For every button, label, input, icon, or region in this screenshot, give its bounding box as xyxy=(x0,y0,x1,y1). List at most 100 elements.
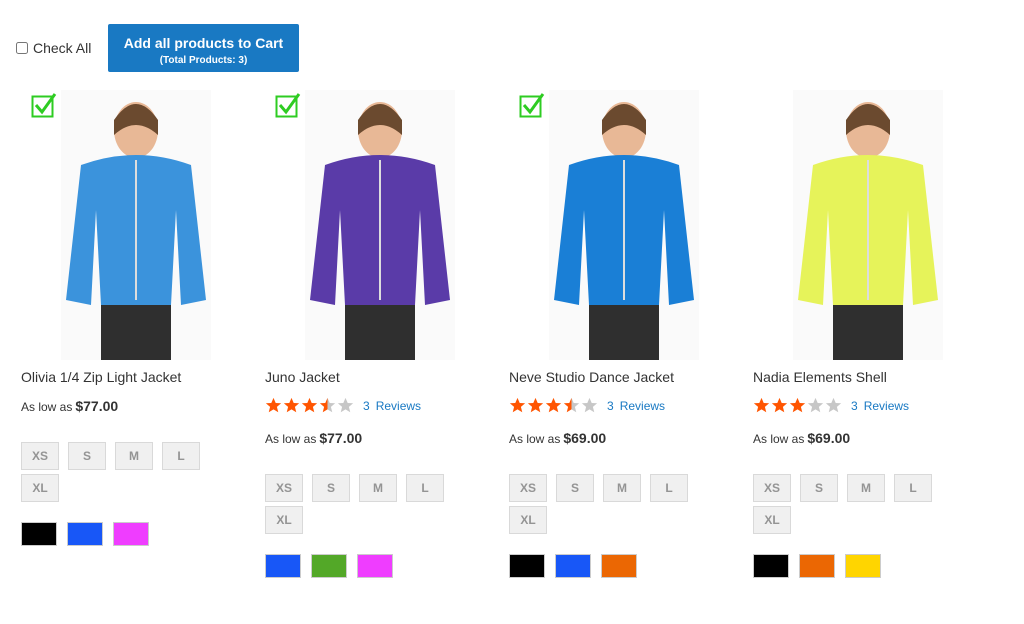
size-option[interactable]: L xyxy=(650,474,688,502)
color-swatches xyxy=(21,522,159,546)
size-option[interactable]: XS xyxy=(509,474,547,502)
star-icon xyxy=(753,397,770,413)
size-swatches: XS S M L XL xyxy=(21,442,221,506)
star-icon xyxy=(545,397,562,413)
check-all-checkbox[interactable] xyxy=(16,42,28,54)
star-icon xyxy=(825,397,842,413)
star-icon xyxy=(283,397,300,413)
color-swatches xyxy=(265,554,403,578)
color-swatches xyxy=(509,554,647,578)
size-option[interactable]: L xyxy=(894,474,932,502)
star-icon xyxy=(807,397,824,413)
price: $77.00 xyxy=(75,398,119,414)
size-swatches: XS S M L XL xyxy=(509,474,709,538)
product-rating: 3 Reviews xyxy=(509,397,671,414)
color-option[interactable] xyxy=(21,522,57,546)
jacket-photo xyxy=(61,90,211,360)
product-image[interactable] xyxy=(21,90,251,360)
size-option[interactable]: XL xyxy=(265,506,303,534)
color-option[interactable] xyxy=(601,554,637,578)
color-option[interactable] xyxy=(799,554,835,578)
size-swatches: XS S M L XL xyxy=(753,474,953,538)
review-label: Reviews xyxy=(375,398,422,413)
rating-stars xyxy=(265,397,355,414)
price-prefix: As low as xyxy=(509,432,561,446)
star-icon xyxy=(771,397,788,413)
price: $69.00 xyxy=(807,430,851,446)
star-icon xyxy=(337,397,354,413)
total-products-label: (Total Products: 3) xyxy=(159,54,248,66)
size-option[interactable]: M xyxy=(603,474,641,502)
star-icon xyxy=(509,397,526,413)
product-image[interactable] xyxy=(265,90,495,360)
price-prefix: As low as xyxy=(753,432,805,446)
review-count: 3 xyxy=(607,398,614,413)
star-icon xyxy=(581,397,598,413)
color-option[interactable] xyxy=(357,554,393,578)
size-option[interactable]: L xyxy=(406,474,444,502)
color-option[interactable] xyxy=(67,522,103,546)
review-count: 3 xyxy=(363,398,370,413)
color-option[interactable] xyxy=(265,554,301,578)
jacket-photo xyxy=(793,90,943,360)
price-line: As low as $69.00 xyxy=(509,430,606,446)
color-option[interactable] xyxy=(311,554,347,578)
checkbox-checked-icon[interactable] xyxy=(275,92,301,118)
price: $77.00 xyxy=(319,430,363,446)
size-swatches: XS S M L XL xyxy=(265,474,465,538)
size-option[interactable]: XS xyxy=(265,474,303,502)
checkbox-checked-icon[interactable] xyxy=(31,92,57,118)
size-option[interactable]: M xyxy=(115,442,153,470)
review-label: Reviews xyxy=(863,398,910,413)
review-label: Reviews xyxy=(619,398,666,413)
star-icon xyxy=(301,397,318,413)
price: $69.00 xyxy=(563,430,607,446)
star-icon xyxy=(563,397,580,413)
product-rating: 3 Reviews xyxy=(753,397,915,414)
size-option[interactable]: XL xyxy=(509,506,547,534)
check-all[interactable]: Check All xyxy=(16,40,91,56)
product-image[interactable] xyxy=(753,90,983,360)
product-name[interactable]: Olivia 1/4 Zip Light Jacket xyxy=(21,369,181,385)
rating-stars xyxy=(509,397,599,414)
add-all-to-cart-button[interactable]: Add all products to Cart (Total Products… xyxy=(108,24,299,72)
size-option[interactable]: L xyxy=(162,442,200,470)
color-option[interactable] xyxy=(113,522,149,546)
color-option[interactable] xyxy=(509,554,545,578)
product-image[interactable] xyxy=(509,90,739,360)
jacket-photo xyxy=(549,90,699,360)
reviews-link[interactable]: 3 Reviews xyxy=(363,399,427,413)
size-option[interactable]: S xyxy=(68,442,106,470)
product-name[interactable]: Neve Studio Dance Jacket xyxy=(509,369,674,385)
product-name[interactable]: Juno Jacket xyxy=(265,369,340,385)
product-rating: 3 Reviews xyxy=(265,397,427,414)
star-icon xyxy=(789,397,806,413)
star-icon xyxy=(527,397,544,413)
color-option[interactable] xyxy=(753,554,789,578)
color-option[interactable] xyxy=(555,554,591,578)
add-all-label: Add all products to Cart xyxy=(123,34,284,51)
size-option[interactable]: M xyxy=(847,474,885,502)
check-all-label: Check All xyxy=(33,40,92,56)
star-icon xyxy=(319,397,336,413)
color-swatches xyxy=(753,554,891,578)
size-option[interactable]: XS xyxy=(21,442,59,470)
price-line: As low as $77.00 xyxy=(265,430,362,446)
price-line: As low as $77.00 xyxy=(21,398,118,414)
jacket-photo xyxy=(305,90,455,360)
color-option[interactable] xyxy=(845,554,881,578)
size-option[interactable]: XS xyxy=(753,474,791,502)
size-option[interactable]: S xyxy=(800,474,838,502)
reviews-link[interactable]: 3 Reviews xyxy=(851,399,915,413)
size-option[interactable]: XL xyxy=(21,474,59,502)
star-icon xyxy=(265,397,282,413)
price-prefix: As low as xyxy=(265,432,317,446)
size-option[interactable]: S xyxy=(312,474,350,502)
checkbox-checked-icon[interactable] xyxy=(519,92,545,118)
size-option[interactable]: S xyxy=(556,474,594,502)
size-option[interactable]: XL xyxy=(753,506,791,534)
rating-stars xyxy=(753,397,843,414)
size-option[interactable]: M xyxy=(359,474,397,502)
reviews-link[interactable]: 3 Reviews xyxy=(607,399,671,413)
product-name[interactable]: Nadia Elements Shell xyxy=(753,369,887,385)
